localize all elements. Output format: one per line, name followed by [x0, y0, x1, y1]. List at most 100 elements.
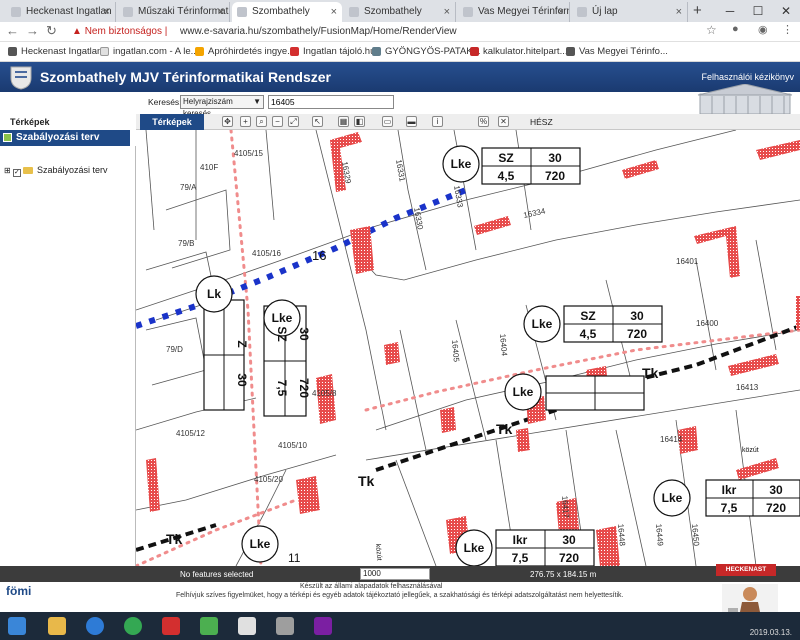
tab-label: Heckenast Ingatlan	[26, 6, 112, 17]
tab-label: Vas Megyei Térinform	[478, 6, 570, 17]
select-icon[interactable]: ↖	[312, 116, 323, 127]
tab-heckenast[interactable]: Heckenast Ingatlan ×	[6, 2, 116, 22]
tab-szombathely-active[interactable]: Szombathely ×	[232, 2, 342, 22]
box-text: 720	[559, 551, 579, 565]
favicon-icon	[123, 7, 133, 17]
full-extent-icon[interactable]: ⤢	[288, 116, 299, 127]
tab-szombathely[interactable]: Szombathely ×	[344, 2, 456, 22]
search-input[interactable]	[268, 95, 394, 109]
zoom-icon[interactable]: ⌕	[256, 116, 267, 127]
bookmark-item[interactable]: Vas Megyei Térinfo...	[566, 46, 668, 57]
app-icon[interactable]	[238, 617, 256, 635]
bookmark-label: ingatlan.com - A le...	[113, 46, 199, 57]
buffer-icon[interactable]: ◧	[354, 116, 365, 127]
close-icon[interactable]: ×	[218, 2, 224, 22]
status-bar: No features selected 1000 276.75 x 184.1…	[136, 566, 800, 582]
bookmark-label: Apróhirdetés ingye...	[208, 46, 296, 57]
file-explorer-icon[interactable]	[48, 617, 66, 635]
map-drawing[interactable]: Lke Lke Lk Lke Lke Lke Lke Lke SZ 30 4,5…	[136, 130, 800, 566]
tree-item-layer[interactable]: ⊞ ✓ Szabályozási terv	[4, 165, 107, 177]
bookmark-item[interactable]: Ingatlan tájoló.hu	[290, 46, 375, 57]
folder-icon	[22, 167, 33, 174]
close-icon[interactable]: ×	[444, 2, 450, 22]
map-toolbar: Térképek ✥ + ⌕ − ⤢ ↖ ▦ ◧ ▭ ▬ i % ✕ HÉSZ	[136, 114, 800, 130]
profile-icon[interactable]: ◉	[758, 23, 768, 36]
box-text: SZ	[275, 326, 289, 341]
measure-icon[interactable]: ▦	[338, 116, 349, 127]
zone-label: Lke	[464, 541, 485, 555]
new-tab-icon[interactable]: +	[693, 2, 702, 20]
maximize-icon[interactable]: ☐	[744, 0, 772, 22]
parcel-label: 16400	[696, 319, 719, 328]
parcel-label: 16404	[498, 333, 509, 356]
ie-icon[interactable]	[86, 617, 104, 635]
bookmark-label: Ingatlan tájoló.hu	[303, 46, 376, 57]
expand-icon[interactable]: ⊞	[4, 166, 13, 175]
back-icon[interactable]: ←	[6, 23, 19, 38]
user-manual-link[interactable]: Felhasználói kézikönyv	[701, 72, 794, 82]
zone-label: Lke	[272, 311, 293, 325]
tab-maps[interactable]: Térképek	[140, 114, 204, 130]
tab-label: Új lap	[592, 6, 618, 17]
heckenast-logo: HECKENAST	[716, 564, 776, 576]
bookmark-item[interactable]: Heckenast Ingatlan	[8, 46, 102, 57]
zoom-out-icon[interactable]: −	[272, 116, 283, 127]
bookmark-item[interactable]: ingatlan.com - A le...	[100, 46, 199, 57]
close-icon[interactable]: ×	[558, 2, 564, 22]
close-icon[interactable]: ×	[104, 2, 110, 22]
minimize-icon[interactable]: ─	[716, 0, 744, 22]
zone-label: Lke	[451, 157, 472, 171]
layer-icon[interactable]: ▬	[406, 116, 417, 127]
scale-input[interactable]: 1000	[360, 568, 430, 580]
parcel-label: 4105/10	[278, 441, 307, 450]
close-window-icon[interactable]: ✕	[772, 0, 800, 22]
star-icon[interactable]: ☆	[706, 23, 717, 37]
box-text: 7,5	[275, 380, 289, 397]
regulation-boxes	[203, 147, 800, 566]
map-canvas[interactable]: Lke Lke Lk Lke Lke Lke Lke Lke SZ 30 4,5…	[136, 130, 800, 566]
tab-label: Műszaki Térinformatiki	[138, 6, 230, 17]
box-text: 30	[562, 533, 576, 547]
zoom-in-icon[interactable]: +	[240, 116, 251, 127]
tab-muszaki[interactable]: Műszaki Térinformatiki ×	[118, 2, 230, 22]
print-icon[interactable]: ▭	[382, 116, 393, 127]
box-text: Ikr	[513, 533, 528, 547]
forward-icon[interactable]: →	[26, 23, 39, 38]
browser-tab-bar: Heckenast Ingatlan × Műszaki Térinformati…	[0, 0, 800, 22]
security-warning[interactable]: ▲ Nem biztonságos |	[72, 26, 167, 37]
url-field[interactable]: www.e-savaria.hu/szombathely/FusionMap/H…	[180, 26, 457, 37]
checkbox-icon[interactable]: ✓	[12, 169, 21, 177]
box-text: SZ	[580, 309, 595, 323]
percent-icon[interactable]: %	[478, 116, 489, 127]
parcel-label: 16449	[654, 523, 665, 546]
box-text: 720	[627, 327, 647, 341]
app-icon[interactable]	[162, 617, 180, 635]
close-icon[interactable]: ×	[676, 2, 682, 22]
extension-icon[interactable]: ●	[732, 23, 739, 35]
tab-new[interactable]: Új lap ×	[572, 2, 688, 22]
parcel-label: 79/B	[178, 239, 194, 248]
app-icon[interactable]	[314, 617, 332, 635]
start-icon[interactable]	[8, 617, 26, 635]
parcel-label: 16405	[450, 339, 461, 362]
bookmark-item[interactable]: Apróhirdetés ingye...	[195, 46, 295, 57]
app-icon[interactable]	[276, 617, 294, 635]
parcel-label: 16401	[676, 257, 699, 266]
hesz-tool[interactable]: HÉSZ	[530, 117, 553, 127]
reload-icon[interactable]: ↻	[46, 23, 57, 39]
info-icon[interactable]: i	[432, 116, 443, 127]
box-text: 30	[297, 327, 311, 341]
search-type-select[interactable]: Helyrajziszám keresés▼	[180, 95, 264, 118]
bookmark-item[interactable]: kalkulator.hitelpart...	[470, 46, 568, 57]
layer-header[interactable]: Szabályozási terv	[0, 130, 130, 146]
clear-icon[interactable]: ✕	[498, 116, 509, 127]
close-icon[interactable]: ×	[331, 2, 337, 22]
maps-icon[interactable]	[200, 617, 218, 635]
pan-icon[interactable]: ✥	[222, 116, 233, 127]
footer-notice: fömi Készült az állami alapadatok felhas…	[0, 564, 800, 612]
bookmark-icon	[470, 47, 479, 56]
menu-icon[interactable]: ⋮	[782, 23, 793, 36]
bookmark-item[interactable]: GYÖNGYÖS-PATAK...	[372, 46, 481, 57]
chrome-icon[interactable]	[124, 617, 142, 635]
tab-vas-megyei[interactable]: Vas Megyei Térinform ×	[458, 2, 570, 22]
